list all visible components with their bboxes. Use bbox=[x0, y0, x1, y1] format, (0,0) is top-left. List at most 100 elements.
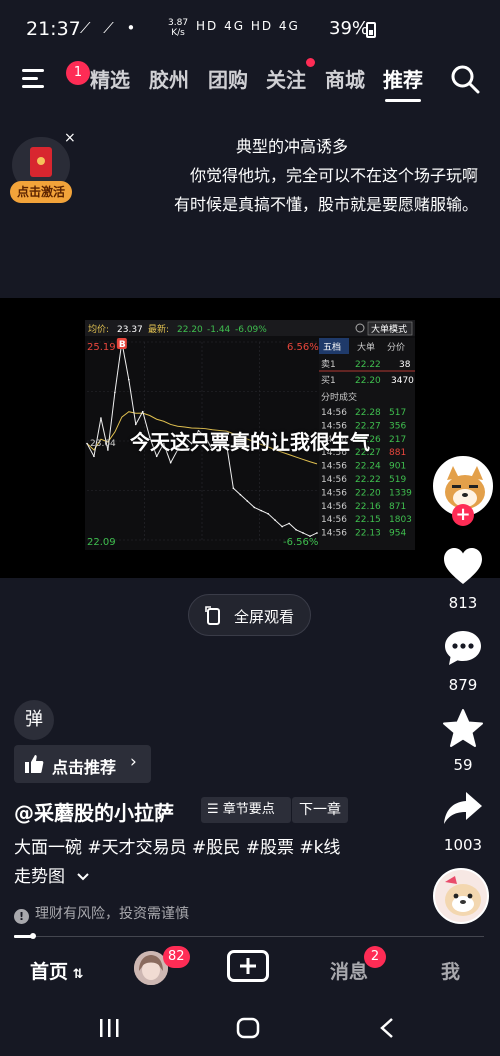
trade-volume: 1803 bbox=[389, 515, 412, 525]
net-speed-unit: K/s bbox=[171, 28, 185, 38]
price-point bbox=[302, 532, 304, 534]
description-line-2: 走势图 bbox=[14, 867, 65, 887]
tab-messages[interactable]: 消息 bbox=[330, 957, 368, 984]
price-segment bbox=[302, 532, 311, 537]
trade-volume: 871 bbox=[389, 502, 406, 512]
trade-price: 22.16 bbox=[355, 502, 381, 512]
favorite-button[interactable]: 59 bbox=[430, 708, 496, 774]
search-icon[interactable] bbox=[450, 64, 480, 94]
price-point bbox=[155, 455, 158, 458]
price-point bbox=[281, 525, 283, 528]
close-icon[interactable]: × bbox=[64, 130, 76, 146]
tab-fenjia: 分价 bbox=[387, 342, 405, 353]
star-icon bbox=[443, 709, 483, 747]
trade-time: 14:56 bbox=[321, 475, 347, 485]
price-point bbox=[134, 423, 137, 426]
tab-dadan: 大单 bbox=[357, 341, 375, 353]
menu-icon[interactable]: 1 bbox=[22, 61, 90, 90]
recommend-label: 点击推荐 bbox=[52, 758, 117, 777]
chevron-right-icon: › bbox=[130, 752, 137, 772]
price-point bbox=[141, 410, 144, 413]
change-value: -1.44 bbox=[207, 325, 231, 335]
comment-count: 879 bbox=[448, 676, 478, 694]
back-icon[interactable] bbox=[378, 1017, 396, 1039]
home-icon[interactable] bbox=[236, 1017, 260, 1039]
tab-guanzhu[interactable]: 关注 bbox=[266, 64, 306, 93]
buy1-label: 买1 bbox=[321, 375, 336, 386]
trade-time: 14:56 bbox=[321, 462, 347, 472]
video-player[interactable]: 均价: 23.37 最新: 22.20 -1.44 -6.09% 大单模式 25… bbox=[0, 298, 500, 578]
price-point bbox=[246, 500, 249, 502]
author-name[interactable]: @采蘑股的小拉萨 bbox=[14, 797, 174, 826]
price-high-label: 25.19 bbox=[87, 342, 116, 353]
tab-home-label: 首页 bbox=[30, 961, 69, 983]
video-overlay-text: 今天这只票真的让我很生气 bbox=[130, 430, 370, 454]
trade-time: 14:56 bbox=[321, 515, 347, 525]
trade-price: 22.13 bbox=[355, 529, 381, 539]
buy-marker-label: B bbox=[119, 340, 126, 350]
tab-home[interactable]: 首页 ⇅ bbox=[30, 957, 83, 984]
messages-badge: 2 bbox=[364, 946, 386, 968]
red-packet-widget[interactable]: 点击激活 bbox=[10, 135, 72, 205]
price-segment bbox=[233, 487, 241, 496]
create-button[interactable] bbox=[227, 950, 269, 982]
price-segment bbox=[288, 523, 297, 531]
video-progress-bar[interactable] bbox=[0, 933, 500, 939]
top-nav: 1 精选 胶州 团购 关注 商城 推荐 bbox=[0, 58, 500, 102]
trade-time: 14:56 bbox=[321, 488, 347, 498]
follow-plus-icon[interactable]: + bbox=[452, 504, 474, 526]
red-envelope-icon bbox=[30, 147, 52, 177]
recommend-button[interactable]: 点击推荐 › bbox=[14, 745, 151, 783]
active-tab-underline bbox=[385, 99, 421, 102]
caption-line-2: 你觉得他坑，完全可以不在这个场子玩啊 bbox=[189, 166, 478, 185]
mode-button: 大单模式 bbox=[371, 323, 407, 335]
fullscreen-button[interactable]: 全屏观看 bbox=[188, 594, 311, 636]
sell1-vol: 38 bbox=[399, 360, 411, 370]
tab-jiaozhou[interactable]: 胶州 bbox=[149, 64, 189, 93]
warning-icon: ! bbox=[14, 909, 29, 924]
avg-value: 23.37 bbox=[117, 325, 143, 335]
trade-price: 22.28 bbox=[355, 408, 381, 418]
like-button[interactable]: 813 bbox=[430, 546, 496, 612]
price-point bbox=[253, 506, 256, 509]
share-button[interactable]: 1003 bbox=[430, 790, 496, 854]
tab-tuijian[interactable]: 推荐 bbox=[383, 64, 423, 93]
recent-apps-icon[interactable] bbox=[98, 1018, 120, 1038]
buy1-price: 22.20 bbox=[355, 376, 381, 386]
heart-icon bbox=[444, 548, 482, 584]
tab-shangcheng[interactable]: 商城 bbox=[325, 64, 365, 93]
price-segment bbox=[239, 494, 248, 502]
price-point bbox=[267, 513, 270, 515]
trade-price: 22.15 bbox=[355, 515, 381, 525]
next-chapter-button[interactable]: 下一章 bbox=[292, 797, 348, 823]
list-icon: ☰ bbox=[207, 802, 223, 817]
progress-knob[interactable] bbox=[29, 933, 36, 939]
price-point bbox=[169, 461, 172, 464]
rotate-screen-icon bbox=[205, 606, 220, 625]
chapter-points-button[interactable]: ☰ 章节要点 bbox=[201, 797, 291, 823]
latest-label: 最新: bbox=[148, 323, 169, 335]
chevron-down-icon[interactable] bbox=[76, 872, 90, 882]
trade-volume: 517 bbox=[389, 408, 406, 418]
tab-tuangou[interactable]: 团购 bbox=[208, 64, 248, 93]
sell1-price: 22.22 bbox=[355, 360, 381, 370]
price-point bbox=[316, 532, 318, 534]
system-nav-bar bbox=[0, 1000, 500, 1056]
price-point bbox=[295, 528, 297, 531]
tab-me[interactable]: 我 bbox=[441, 957, 460, 984]
tab-jingxuan[interactable]: 精选 bbox=[90, 64, 130, 93]
like-count: 813 bbox=[448, 594, 478, 612]
comment-button[interactable]: 879 bbox=[430, 628, 496, 694]
price-segment bbox=[267, 513, 276, 521]
thumbs-up-icon bbox=[25, 755, 44, 773]
video-description[interactable]: 大面一碗 #天才交易员 #股民 #股票 #k线 走势图 bbox=[14, 834, 414, 892]
signal-icons: HD 4G HD 4G bbox=[196, 19, 300, 33]
price-point bbox=[232, 487, 235, 490]
danmu-toggle-button[interactable]: 弹 bbox=[14, 700, 54, 740]
music-disc-avatar[interactable] bbox=[433, 868, 489, 924]
net-speed-value: 3.87 bbox=[168, 18, 189, 28]
description-line-1: 大面一碗 #天才交易员 #股民 #股票 #k线 bbox=[14, 838, 341, 858]
price-point bbox=[288, 522, 290, 525]
price-point bbox=[274, 519, 276, 521]
dog-avatar-icon bbox=[435, 870, 487, 922]
